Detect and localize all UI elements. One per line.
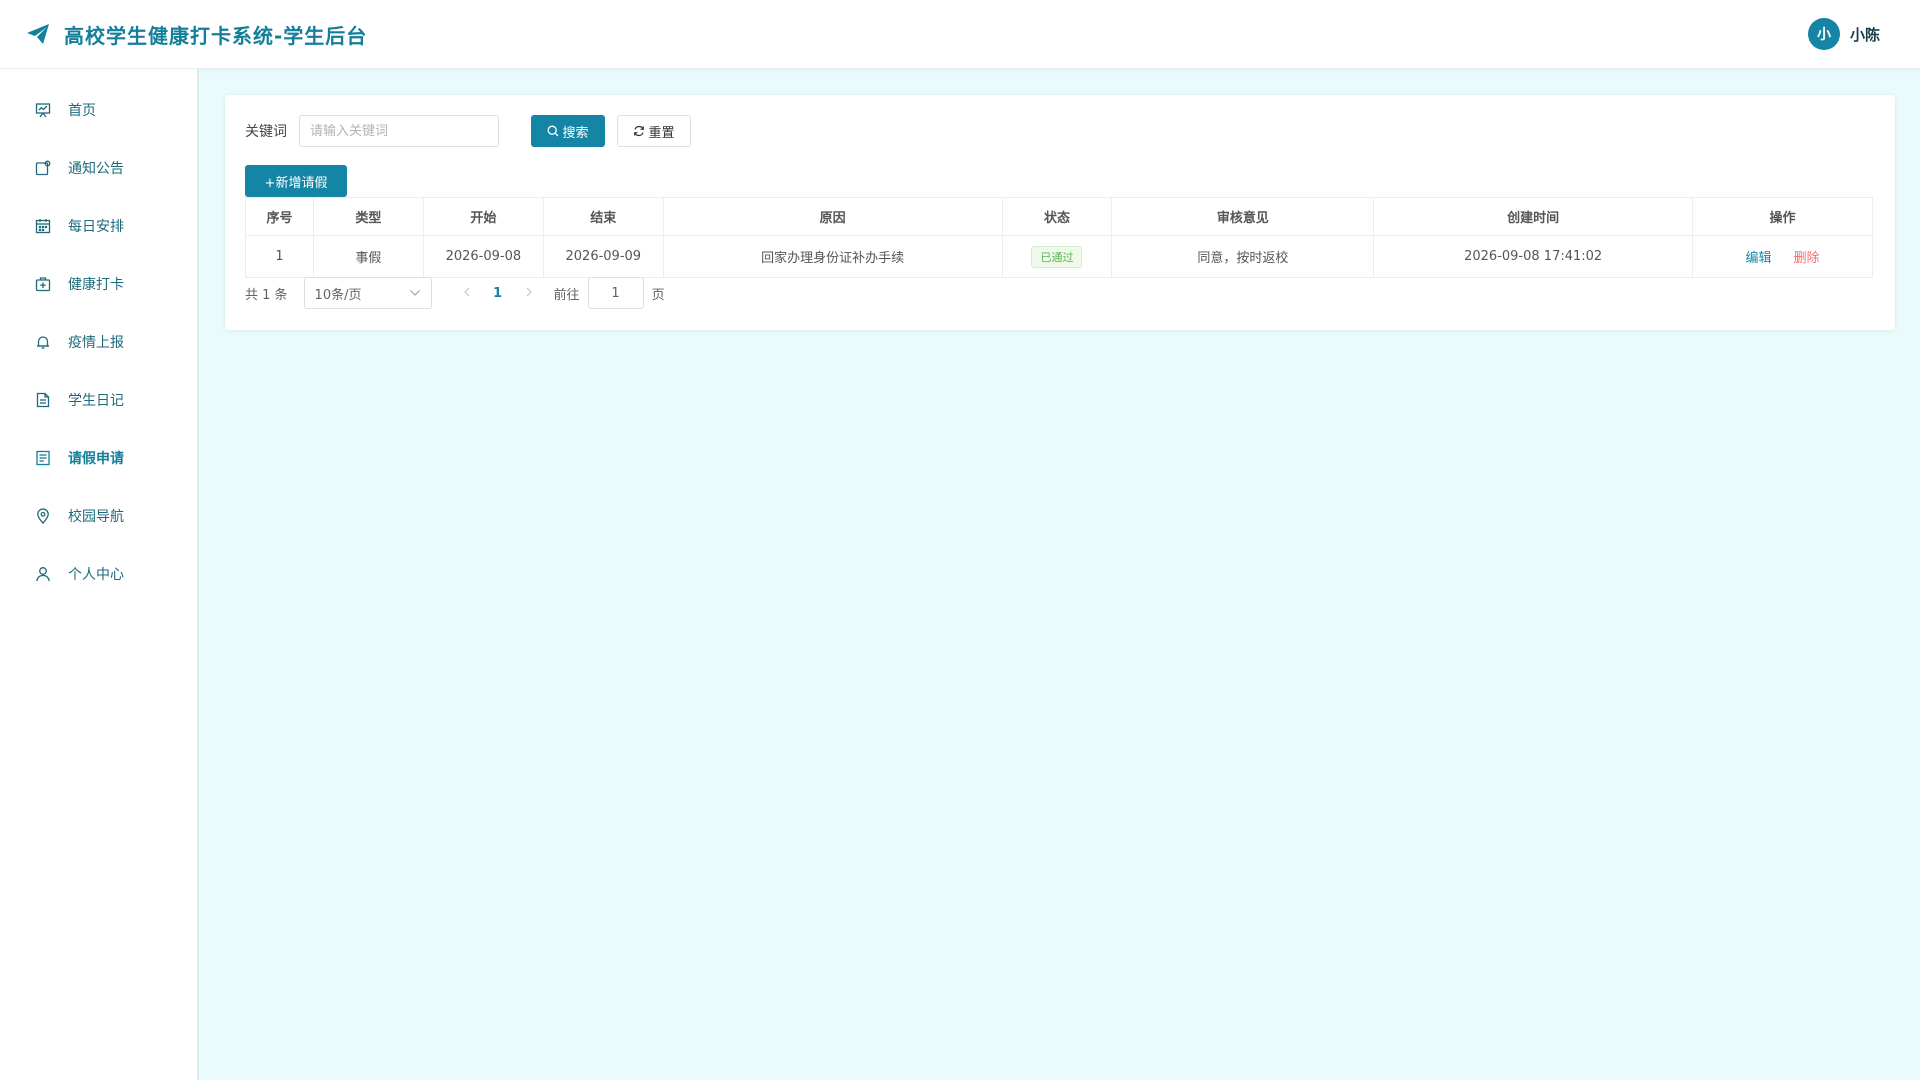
column-header: 审核意见 — [1111, 197, 1375, 236]
column-header: 类型 — [312, 197, 424, 236]
sidebar-item-label: 请假申请 — [68, 451, 124, 467]
cell-start: 2026-09-08 — [422, 235, 544, 278]
leave-table: 序号 类型 开始 结束 原因 状态 审核意见 创建时间 操作 1 事假 2026… — [245, 197, 1873, 278]
table-header-row: 序号 类型 开始 结束 原因 状态 审核意见 创建时间 操作 — [245, 197, 1873, 236]
add-leave-button-label: +新增请假 — [264, 175, 328, 191]
list-doc-icon — [34, 449, 52, 467]
sidebar-item-label: 通知公告 — [68, 161, 124, 177]
status-badge: 已通过 — [1031, 245, 1083, 268]
cell-end: 2026-09-09 — [542, 235, 664, 278]
sidebar-item-label: 疫情上报 — [68, 335, 124, 351]
sidebar-item-epidemic-report[interactable]: 疫情上报 — [0, 313, 197, 371]
medical-kit-icon — [34, 275, 52, 293]
avatar[interactable]: 小 — [1807, 18, 1840, 50]
notice-icon — [34, 159, 52, 177]
column-header: 开始 — [422, 197, 544, 236]
column-header: 结束 — [542, 197, 664, 236]
reset-button-label: 重置 — [648, 125, 675, 141]
search-bar: 关键词 搜索 重置 — [245, 115, 691, 147]
sidebar-item-notice[interactable]: 通知公告 — [0, 139, 197, 197]
total-count: 共 1 条 — [245, 287, 288, 303]
top-header: 高校学生健康打卡系统-学生后台 小 小陈 — [0, 0, 1920, 69]
keyword-input[interactable] — [299, 115, 499, 147]
pagination: 共 1 条 10条/页 1 前往 页 — [245, 277, 665, 309]
next-page-button[interactable] — [514, 286, 544, 301]
sidebar-item-label: 首页 — [68, 103, 96, 119]
keyword-label: 关键词 — [245, 124, 287, 140]
cell-status: 已通过 — [1001, 235, 1113, 278]
cell-review: 同意，按时返校 — [1111, 235, 1375, 278]
sidebar-item-campus-map[interactable]: 校园导航 — [0, 487, 197, 545]
sidebar-item-profile[interactable]: 个人中心 — [0, 545, 197, 603]
add-leave-button[interactable]: +新增请假 — [245, 165, 347, 197]
sidebar-item-label: 健康打卡 — [68, 277, 124, 293]
page-number-current[interactable]: 1 — [482, 286, 514, 301]
sidebar-item-label: 每日安排 — [68, 219, 124, 235]
sidebar-item-label: 学生日记 — [68, 393, 124, 409]
page-size-select[interactable]: 10条/页 — [303, 277, 432, 309]
user-menu[interactable]: 小 小陈 — [1807, 18, 1880, 50]
edit-link[interactable]: 编辑 — [1745, 251, 1771, 266]
sidebar-item-schedule[interactable]: 每日安排 — [0, 197, 197, 255]
sidebar-item-health-checkin[interactable]: 健康打卡 — [0, 255, 197, 313]
column-header: 操作 — [1692, 197, 1873, 236]
cell-index: 1 — [245, 235, 314, 278]
reset-button[interactable]: 重置 — [617, 115, 691, 147]
table-row: 1 事假 2026-09-08 2026-09-09 回家办理身份证补办手续 已… — [245, 235, 1873, 278]
document-icon — [34, 391, 52, 409]
page-size-value: 10条/页 — [314, 287, 362, 303]
search-button[interactable]: 搜索 — [531, 115, 605, 147]
search-icon — [547, 125, 559, 137]
sidebar-item-label: 校园导航 — [68, 509, 124, 525]
location-pin-icon — [34, 507, 52, 525]
bell-icon — [34, 333, 52, 351]
paper-plane-icon — [24, 20, 52, 48]
sidebar-item-leave-request[interactable]: 请假申请 — [0, 429, 197, 487]
user-icon — [34, 565, 52, 583]
goto-label: 前往 — [553, 287, 580, 303]
search-button-label: 搜索 — [562, 125, 589, 141]
cell-type: 事假 — [312, 235, 424, 278]
goto-suffix: 页 — [651, 287, 665, 303]
username[interactable]: 小陈 — [1850, 24, 1880, 45]
sidebar: 首页 通知公告 每日安排 健康打卡 疫情上报 学生日记 请假申请 校园导航 个人… — [0, 69, 199, 1080]
sidebar-item-label: 个人中心 — [68, 567, 124, 583]
app-title: 高校学生健康打卡系统-学生后台 — [64, 23, 368, 48]
sidebar-item-diary[interactable]: 学生日记 — [0, 371, 197, 429]
chart-board-icon — [34, 101, 52, 119]
cell-created: 2026-09-08 17:41:02 — [1373, 235, 1694, 278]
column-header: 创建时间 — [1373, 197, 1694, 236]
chevron-down-icon — [409, 286, 421, 301]
goto-page-input[interactable] — [587, 277, 644, 309]
refresh-icon — [633, 125, 645, 137]
sidebar-item-home[interactable]: 首页 — [0, 81, 197, 139]
column-header: 状态 — [1001, 197, 1113, 236]
delete-link[interactable]: 删除 — [1794, 251, 1820, 266]
calendar-icon — [34, 217, 52, 235]
leave-list-card: 关键词 搜索 重置 +新增请假 序号 类型 开始 结束 原因 状态 — [225, 95, 1895, 330]
column-header: 原因 — [662, 197, 1003, 236]
cell-actions: 编辑 删除 — [1692, 235, 1873, 278]
column-header: 序号 — [245, 197, 314, 236]
cell-reason: 回家办理身份证补办手续 — [662, 235, 1003, 278]
prev-page-button[interactable] — [452, 286, 482, 301]
